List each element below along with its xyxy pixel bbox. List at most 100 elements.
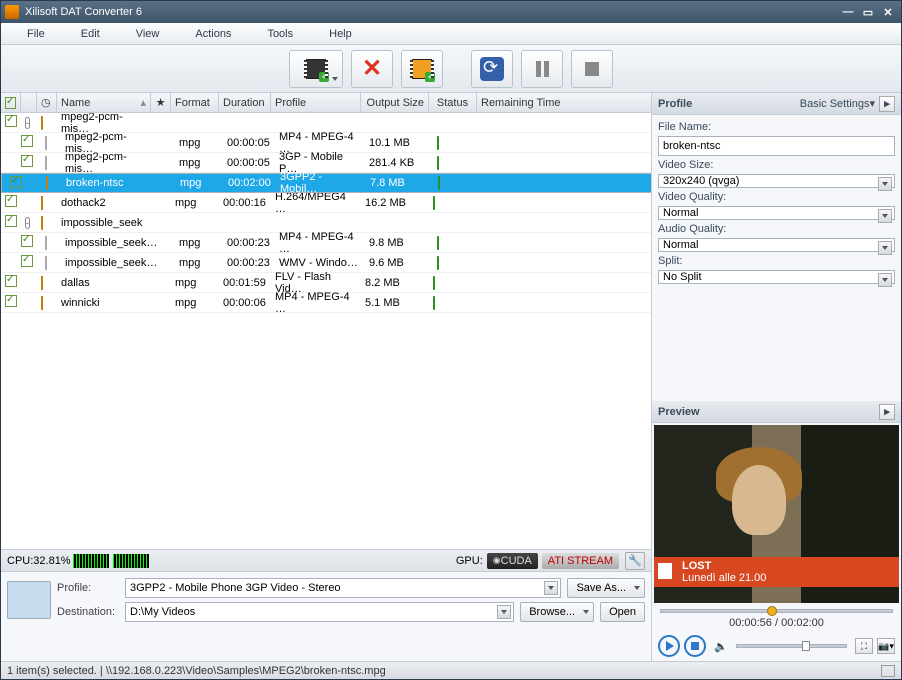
tree-toggle[interactable]: -	[25, 117, 30, 129]
side-panel: Profile Basic Settings ▾ ▸ File Name: br…	[651, 93, 901, 661]
videoquality-select[interactable]: Normal	[658, 206, 895, 220]
file-icon	[45, 256, 47, 270]
row-output: 7.8 MB	[366, 175, 434, 191]
row-profile: 3GPP2 - Mobil…	[276, 169, 366, 197]
filename-input[interactable]: broken-ntsc	[658, 136, 895, 156]
row-format: mpg	[175, 255, 223, 271]
save-as-button[interactable]: Save As...	[567, 578, 645, 598]
pause-icon	[536, 61, 549, 77]
row-profile	[271, 221, 361, 225]
basic-settings-link[interactable]: Basic Settings ▾	[800, 97, 875, 110]
col-status[interactable]: Status	[429, 93, 477, 112]
col-star[interactable]: ★	[151, 93, 171, 112]
preview-video[interactable]: LOSTLunedì alle 21.00	[654, 425, 899, 603]
bottom-panel: CPU:32.81% GPU: ◉ CUDA ATI STREAM 🔧 Prof…	[1, 549, 651, 661]
play-button[interactable]	[658, 635, 680, 657]
maximize-button[interactable]: ▭	[859, 4, 877, 20]
row-profile	[271, 121, 361, 125]
split-select[interactable]: No Split	[658, 270, 895, 284]
menu-help[interactable]: Help	[311, 28, 370, 40]
status-text: 1 item(s) selected. | \\192.168.0.223\Vi…	[7, 665, 386, 677]
col-profile[interactable]: Profile	[271, 93, 361, 112]
speaker-icon[interactable]: 🔈	[714, 640, 728, 653]
ati-badge: ATI STREAM	[542, 553, 619, 569]
add-profile-button[interactable]: +	[401, 50, 443, 88]
row-duration: 00:00:23	[223, 255, 275, 271]
remove-button[interactable]: ✕	[351, 50, 393, 88]
row-format: mpg	[176, 175, 224, 191]
row-checkbox[interactable]	[5, 275, 17, 287]
menu-edit[interactable]: Edit	[63, 28, 118, 40]
status-dot-icon	[437, 256, 439, 270]
status-dot-icon	[433, 296, 435, 310]
seek-slider[interactable]	[660, 609, 893, 613]
status-dot-icon	[437, 236, 439, 250]
row-format	[171, 221, 219, 225]
profile-thumb-icon	[7, 581, 51, 619]
stop-preview-button[interactable]	[684, 635, 706, 657]
preview-expand-button[interactable]: ▸	[879, 404, 895, 420]
menu-tools[interactable]: Tools	[249, 28, 311, 40]
row-checkbox[interactable]	[5, 215, 17, 227]
row-checkbox[interactable]	[5, 195, 17, 207]
browse-button[interactable]: Browse...	[520, 602, 594, 622]
close-button[interactable]: ✕	[879, 4, 897, 20]
volume-slider[interactable]	[736, 644, 847, 648]
row-checkbox[interactable]	[21, 255, 33, 267]
row-checkbox[interactable]	[21, 235, 33, 247]
split-label: Split:	[658, 255, 895, 267]
audioquality-label: Audio Quality:	[658, 223, 895, 235]
row-output: 10.1 MB	[365, 135, 433, 151]
select-all-checkbox[interactable]	[5, 97, 16, 109]
fullscreen-button[interactable]: ⛶	[855, 638, 873, 654]
preview-header: Preview ▸	[652, 401, 901, 423]
status-dot-icon	[433, 276, 435, 290]
notes-icon[interactable]	[881, 665, 895, 677]
stop-icon	[585, 62, 599, 76]
add-file-button[interactable]: +	[289, 50, 343, 88]
menu-file[interactable]: File	[9, 28, 63, 40]
row-duration: 00:01:59	[219, 275, 271, 291]
row-output	[361, 121, 429, 125]
status-dot-icon	[433, 196, 435, 210]
panel-next-button[interactable]: ▸	[879, 96, 895, 112]
convert-icon	[480, 57, 504, 81]
row-checkbox[interactable]	[21, 135, 33, 147]
col-output[interactable]: Output Size	[361, 93, 429, 112]
videosize-select[interactable]: 320x240 (qvga)	[658, 174, 895, 188]
pause-button[interactable]	[521, 50, 563, 88]
col-name[interactable]: Name▴	[57, 93, 151, 112]
row-format: mpg	[171, 275, 219, 291]
minimize-button[interactable]: —	[839, 4, 857, 20]
col-format[interactable]: Format	[171, 93, 219, 112]
x-icon: ✕	[362, 54, 382, 83]
menu-actions[interactable]: Actions	[177, 28, 249, 40]
row-checkbox[interactable]	[21, 155, 33, 167]
row-output	[361, 221, 429, 225]
status-bar: 1 item(s) selected. | \\192.168.0.223\Vi…	[1, 661, 901, 679]
row-name: broken-ntsc	[62, 175, 156, 191]
convert-button[interactable]	[471, 50, 513, 88]
row-checkbox[interactable]	[5, 295, 17, 307]
settings-button[interactable]: 🔧	[625, 552, 645, 570]
row-format: mpg	[175, 155, 223, 171]
open-button[interactable]: Open	[600, 602, 645, 622]
status-dot-icon	[437, 156, 439, 170]
stop-button[interactable]	[571, 50, 613, 88]
snapshot-button[interactable]: 📷▾	[877, 638, 895, 654]
row-checkbox[interactable]	[5, 115, 17, 127]
gpu-label: GPU:	[456, 555, 483, 567]
row-duration: 00:00:05	[223, 155, 275, 171]
audioquality-select[interactable]: Normal	[658, 238, 895, 252]
toolbar: + ✕ +	[1, 45, 901, 93]
col-duration[interactable]: Duration	[219, 93, 271, 112]
tree-toggle[interactable]: -	[25, 217, 30, 229]
row-checkbox[interactable]	[10, 176, 22, 188]
profile-panel-header: Profile Basic Settings ▾ ▸	[652, 93, 901, 115]
destination-select[interactable]: D:\My Videos	[125, 602, 514, 622]
row-format: mpg	[171, 295, 219, 311]
file-icon	[45, 136, 47, 150]
profile-select[interactable]: 3GPP2 - Mobile Phone 3GP Video - Stereo	[125, 578, 561, 598]
menu-view[interactable]: View	[118, 28, 178, 40]
app-title: Xilisoft DAT Converter 6	[25, 6, 142, 18]
